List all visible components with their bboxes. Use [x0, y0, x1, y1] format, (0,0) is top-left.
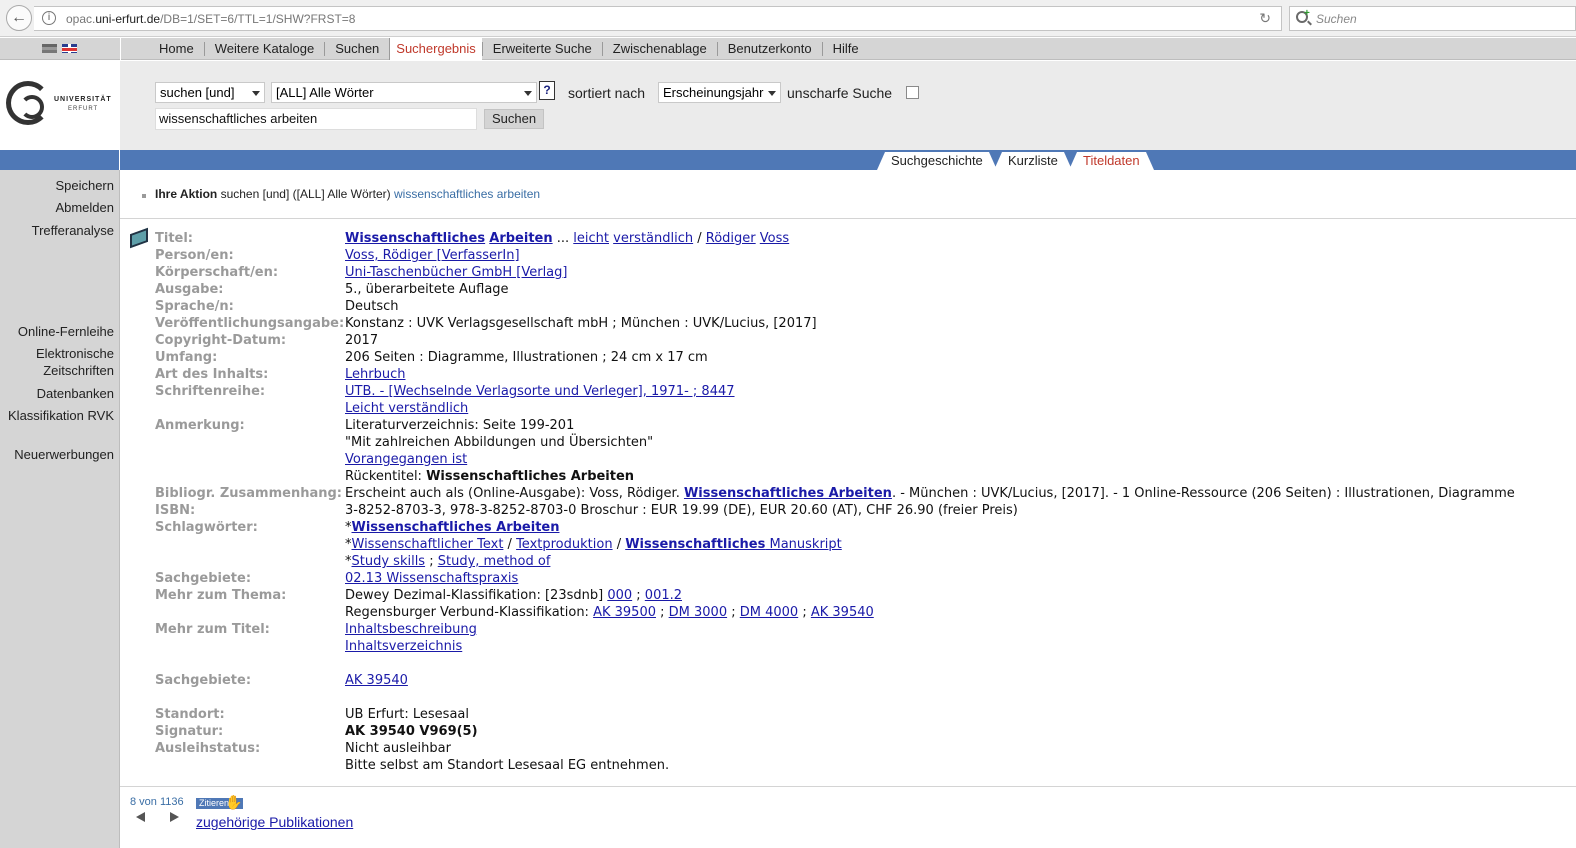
subject-link[interactable]: Study, method of: [438, 554, 551, 569]
toc-link[interactable]: Inhaltsverzeichnis: [345, 639, 462, 654]
rvk-link[interactable]: DM 4000: [740, 605, 798, 620]
subject-link[interactable]: Wissenschaftliches Manuskript: [625, 537, 842, 552]
browser-search-field[interactable]: + Suchen: [1289, 6, 1576, 31]
person-link[interactable]: Voss, Rödiger [VerfasserIn]: [345, 248, 520, 263]
subject-area-link[interactable]: AK 39540: [345, 673, 408, 688]
tab-suchen[interactable]: Suchen: [324, 42, 389, 56]
title-link[interactable]: Rödiger: [706, 231, 756, 246]
title-link[interactable]: Wissenschaftliches: [345, 231, 485, 246]
sort-select[interactable]: Erscheinungsjahr: [658, 82, 781, 103]
top-navigation: Home Weitere Kataloge Suchen Suchergebni…: [0, 38, 1576, 60]
bullet-icon: [142, 194, 146, 198]
language-switch: [0, 38, 120, 60]
address-bar[interactable]: i opac.uni-erfurt.de/DB=1/SET=6/TTL=1/SH…: [34, 6, 1282, 31]
tab-erweiterte-suche[interactable]: Erweiterte Suche: [481, 42, 602, 56]
fuzzy-search-label: unscharfe Suche: [787, 85, 893, 101]
university-logo[interactable]: UNIVERSITÄT ERFURT: [0, 61, 120, 150]
title-link[interactable]: Voss: [760, 231, 789, 246]
tab-benutzerkonto[interactable]: Benutzerkonto: [716, 42, 822, 56]
subject-link[interactable]: Study skills: [352, 554, 426, 569]
title-link[interactable]: Arbeiten: [489, 231, 552, 246]
related-publications-link[interactable]: zugehörige Publikationen: [196, 814, 353, 830]
back-arrow-icon[interactable]: ←: [6, 5, 32, 31]
logo-text: UNIVERSITÄT: [54, 96, 112, 103]
nav-tabs: Home Weitere Kataloge Suchen Suchergebni…: [120, 38, 869, 60]
search-button[interactable]: Suchen: [484, 109, 544, 129]
dewey-link[interactable]: 000: [607, 588, 632, 603]
band-left: [0, 150, 120, 170]
info-icon[interactable]: i: [42, 11, 56, 25]
chevron-down-icon: [524, 91, 532, 96]
sidebar-item-rvk[interactable]: Klassifikation RVK: [8, 407, 114, 424]
content-type-link[interactable]: Lehrbuch: [345, 367, 405, 382]
sidebar-item-save[interactable]: Speichern: [55, 177, 114, 194]
english-flag-icon[interactable]: [62, 44, 77, 53]
series-link[interactable]: UTB. - [Wechselnde Verlagsorte und Verle…: [345, 384, 735, 399]
add-engine-icon: +: [1304, 8, 1310, 19]
tab-short-list[interactable]: Kurzliste: [994, 152, 1072, 170]
series-link[interactable]: Leicht verständlich: [345, 401, 468, 416]
subject-link[interactable]: Wissenschaftlicher Text: [352, 537, 504, 552]
subject-link[interactable]: Wissenschaftliches Arbeiten: [352, 520, 560, 535]
sidebar-item-ill[interactable]: Online-Fernleihe: [18, 323, 114, 340]
title-link[interactable]: verständlich: [613, 231, 693, 246]
fuzzy-search-checkbox[interactable]: [906, 86, 919, 99]
search-field-select[interactable]: [ALL] Alle Wörter: [271, 82, 537, 103]
chevron-down-icon: [252, 91, 260, 96]
sidebar-item-databases[interactable]: Datenbanken: [37, 385, 114, 402]
search-header: UNIVERSITÄT ERFURT suchen [und] [ALL] Al…: [0, 61, 1576, 150]
action-line: Ihre Aktion suchen [und] ([ALL] Alle Wör…: [155, 187, 541, 201]
divider: [120, 786, 1576, 787]
subject-link[interactable]: Textproduktion: [516, 537, 612, 552]
predecessor-link[interactable]: Vorangegangen ist: [345, 452, 467, 467]
tab-hilfe[interactable]: Hilfe: [821, 42, 869, 56]
online-edition-link[interactable]: Wissenschaftliches Arbeiten: [684, 486, 892, 501]
result-counter: 8 von 1136: [130, 796, 184, 808]
rvk-link[interactable]: DM 3000: [669, 605, 727, 620]
reload-icon[interactable]: ↻: [1259, 10, 1271, 27]
description-link[interactable]: Inhaltsbeschreibung: [345, 622, 477, 637]
sidebar-item-logout[interactable]: Abmelden: [55, 199, 114, 216]
tab-weitere-kataloge[interactable]: Weitere Kataloge: [203, 42, 325, 56]
divider: [120, 218, 1576, 219]
search-mode-select[interactable]: suchen [und]: [155, 82, 265, 103]
logo-subtext: ERFURT: [68, 106, 99, 112]
german-flag-icon[interactable]: [42, 44, 57, 53]
previous-arrow-icon[interactable]: [136, 812, 145, 822]
book-icon: [130, 227, 148, 249]
tab-home[interactable]: Home: [121, 42, 204, 56]
url-text[interactable]: opac.uni-erfurt.de/DB=1/SET=6/TTL=1/SHW?…: [66, 12, 355, 26]
browser-toolbar: ← i opac.uni-erfurt.de/DB=1/SET=6/TTL=1/…: [0, 0, 1576, 37]
sort-label: sortiert nach: [568, 85, 646, 101]
dewey-link[interactable]: 001.2: [645, 588, 682, 603]
rvk-link[interactable]: AK 39540: [811, 605, 874, 620]
title-link[interactable]: leicht: [573, 231, 609, 246]
sidebar-item-analysis[interactable]: Trefferanalyse: [32, 222, 114, 239]
corporate-link[interactable]: Uni-Taschenbücher GmbH [Verlag]: [345, 265, 567, 280]
main-content: Ihre Aktion suchen [und] ([ALL] Alle Wör…: [120, 170, 1576, 848]
help-button[interactable]: ?: [539, 81, 555, 100]
browser-search-placeholder[interactable]: Suchen: [1316, 12, 1357, 26]
view-tabs-bar: Suchgeschichte Kurzliste Titeldaten: [0, 150, 1576, 170]
search-input[interactable]: wissenschaftliches arbeiten: [155, 108, 477, 130]
rvk-link[interactable]: AK 39500: [593, 605, 656, 620]
tab-search-history[interactable]: Suchgeschichte: [877, 152, 997, 170]
tab-title-data[interactable]: Titeldaten: [1069, 152, 1154, 170]
subject-area-link[interactable]: 02.13 Wissenschaftspraxis: [345, 571, 518, 586]
sidebar-item-new[interactable]: Neuerwerbungen: [14, 446, 114, 463]
tab-suchergebnis[interactable]: Suchergebnis: [389, 38, 482, 60]
sidebar-item-ejournals[interactable]: Elektronische Zeitschriften: [36, 345, 114, 379]
next-arrow-icon[interactable]: [170, 812, 179, 822]
logo-mark-icon: [6, 81, 50, 125]
chevron-down-icon: [768, 91, 776, 96]
sidebar: Speichern Abmelden Trefferanalyse Online…: [0, 170, 120, 848]
tab-zwischenablage[interactable]: Zwischenablage: [601, 42, 717, 56]
hand-cursor-icon: ✋: [225, 794, 243, 810]
